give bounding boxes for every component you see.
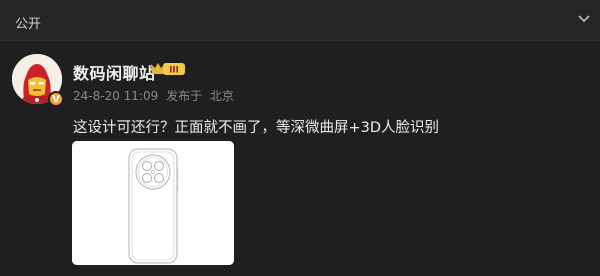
level-badge-text: III xyxy=(169,66,179,76)
visibility-label[interactable]: 公开 xyxy=(15,13,41,32)
level-badge-icon[interactable]: III xyxy=(149,61,187,77)
verified-badge-icon: V xyxy=(48,91,64,107)
post-location: 北京 xyxy=(209,89,234,103)
post-timestamp[interactable]: 24-8-20 11:09 xyxy=(73,89,158,103)
author-name[interactable]: 数码闲聊站 xyxy=(73,60,156,84)
post-text: 这设计可还行？正面就不画了，等深微曲屏+3D人脸识别 xyxy=(73,120,440,136)
chevron-down-icon[interactable] xyxy=(578,14,590,24)
phone-sketch-image xyxy=(72,141,234,265)
post-image[interactable] xyxy=(72,141,234,265)
posted-from-label: 发布于 xyxy=(166,89,203,103)
post-meta: 24-8-20 11:09 发布于 北京 xyxy=(73,87,238,104)
top-bar: 公开 xyxy=(0,0,600,40)
divider xyxy=(0,40,600,41)
